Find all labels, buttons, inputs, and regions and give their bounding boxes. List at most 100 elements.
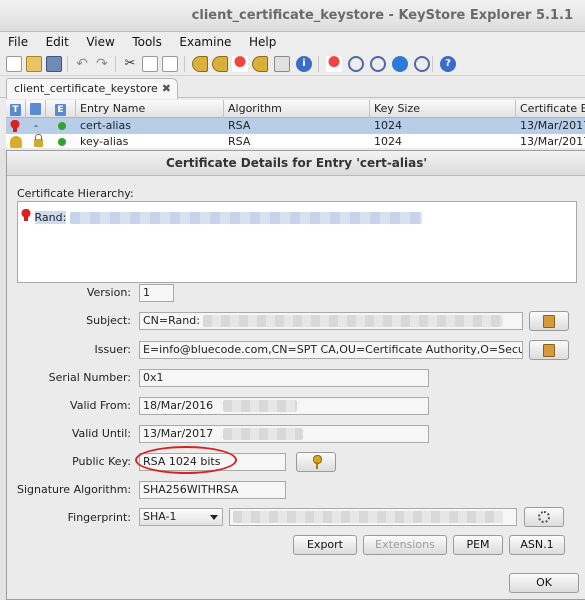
new-icon[interactable] [6, 56, 22, 72]
table-header: T E Entry Name Algorithm Key Size Certif… [6, 100, 585, 118]
import-keypair-icon[interactable] [252, 56, 268, 72]
keystore-tabs: client_certificate_keystore ✖ [0, 76, 585, 99]
signature-algorithm-label: Signature Algorithm: [17, 483, 132, 496]
algorithm: RSA [228, 119, 251, 132]
generate-keypair-icon[interactable] [192, 56, 208, 72]
menu-help[interactable]: Help [249, 32, 276, 52]
close-icon[interactable]: ✖ [162, 82, 171, 95]
properties-icon[interactable]: i [296, 56, 312, 72]
copy-fingerprint-button[interactable] [524, 507, 564, 527]
dialog-title: Certificate Details for Entry 'cert-alia… [7, 151, 585, 176]
hierarchy-item-label: Rand: [34, 211, 67, 224]
valid-until-value: 13/Mar/2017 [143, 427, 214, 440]
valid-until-label: Valid Until: [71, 427, 131, 440]
menu-edit[interactable]: Edit [46, 32, 69, 52]
issuer-field[interactable]: E=info@bluecode.com,CN=SPT CA,OU=Certifi… [139, 341, 523, 359]
paste-icon[interactable] [162, 56, 178, 72]
subject-label: Subject: [86, 314, 131, 327]
undo-icon[interactable]: ↶ [74, 56, 90, 72]
menu-file[interactable]: File [8, 32, 28, 52]
version-label: Version: [86, 286, 131, 299]
details-icon [543, 315, 555, 328]
valid-from-label: Valid From: [70, 399, 131, 412]
menu-view[interactable]: View [86, 32, 114, 52]
examine-ssl-icon[interactable] [370, 56, 386, 72]
set-password-icon[interactable] [274, 56, 290, 72]
lock-status: - [34, 119, 38, 132]
table-row[interactable]: key-alias RSA 1024 13/Mar/2017 [6, 134, 585, 150]
serial-number-label: Serial Number: [48, 371, 131, 384]
fingerprint-field[interactable] [229, 508, 517, 526]
cut-icon[interactable]: ✂ [122, 56, 138, 72]
lock-icon [30, 103, 41, 115]
fingerprint-icon [538, 511, 550, 523]
fingerprint-algorithm-select[interactable]: SHA-1 [139, 508, 223, 526]
redacted-text [69, 212, 422, 224]
table-row[interactable]: - cert-alias RSA 1024 13/Mar/2017 [6, 118, 585, 134]
details-icon [543, 344, 555, 357]
toolbar-separator [115, 56, 116, 72]
window-title: client_certificate_keystore - KeyStore E… [191, 8, 573, 23]
menu-examine[interactable]: Examine [179, 32, 231, 52]
column-header-type[interactable]: T [6, 100, 26, 118]
examine-file-icon[interactable] [326, 56, 342, 72]
tab-client-certificate-keystore[interactable]: client_certificate_keystore ✖ [6, 78, 179, 99]
tab-label: client_certificate_keystore [14, 82, 158, 95]
valid-from-field[interactable]: 18/Mar/2016 [139, 397, 429, 415]
copy-icon[interactable] [142, 56, 158, 72]
key-icon [311, 455, 322, 469]
redacted-text [222, 400, 297, 412]
view-subject-button[interactable] [529, 311, 569, 331]
entry-name: key-alias [80, 135, 129, 148]
column-header-certificate-expiry[interactable]: Certificate Ex [516, 100, 585, 118]
valid-until-field[interactable]: 13/Mar/2017 [139, 425, 429, 443]
examine-clipboard-icon[interactable] [348, 56, 364, 72]
algorithm: RSA [228, 135, 251, 148]
window-titlebar: client_certificate_keystore - KeyStore E… [0, 0, 585, 32]
public-key-label: Public Key: [72, 455, 131, 468]
view-issuer-button[interactable] [529, 340, 569, 360]
examine-csr-icon[interactable] [392, 56, 408, 72]
redacted-text [222, 428, 303, 440]
certificate-icon [21, 209, 31, 221]
key-size: 1024 [374, 135, 402, 148]
open-icon[interactable] [26, 56, 42, 72]
toolbar-separator [67, 56, 68, 72]
column-header-key-size[interactable]: Key Size [370, 100, 516, 118]
annotation-ellipse [135, 446, 237, 474]
toolbar-separator [318, 56, 319, 72]
certificate-expiry: 13/Mar/2017 [520, 135, 585, 148]
help-icon[interactable]: ? [440, 56, 456, 72]
redacted-text [203, 315, 504, 327]
toolbar: ↶ ↷ ✂ i ? [0, 52, 585, 76]
asn1-button[interactable]: ASN.1 [509, 535, 565, 555]
import-trusted-cert-icon[interactable] [232, 56, 248, 72]
column-header-expiry[interactable]: E [46, 100, 76, 118]
generate-secret-key-icon[interactable] [212, 56, 228, 72]
subject-value: CN=Rand: [143, 314, 200, 327]
serial-number-field[interactable]: 0x1 [139, 369, 429, 387]
pem-button[interactable]: PEM [453, 535, 503, 555]
column-header-algorithm[interactable]: Algorithm [224, 100, 370, 118]
column-header-lock[interactable] [26, 100, 46, 118]
ok-button[interactable]: OK [509, 573, 579, 593]
examine-crl-icon[interactable] [414, 56, 430, 72]
redo-icon[interactable]: ↷ [94, 56, 110, 72]
certificate-hierarchy-tree[interactable]: Rand: [17, 201, 577, 283]
issuer-label: Issuer: [94, 343, 131, 356]
menu-tools[interactable]: Tools [132, 32, 162, 52]
signature-algorithm-field[interactable]: SHA256WITHRSA [139, 481, 286, 499]
version-field[interactable]: 1 [139, 284, 174, 302]
view-public-key-button[interactable] [296, 452, 336, 472]
subject-field[interactable]: CN=Rand: [139, 312, 523, 330]
column-header-entry-name[interactable]: Entry Name [76, 100, 224, 118]
hierarchy-item[interactable]: Rand: [21, 207, 422, 224]
trusted-certificate-icon [10, 120, 20, 132]
extensions-button[interactable]: Extensions [363, 535, 447, 555]
export-button[interactable]: Export [293, 535, 357, 555]
key-size: 1024 [374, 119, 402, 132]
valid-from-value: 18/Mar/2016 [143, 399, 214, 412]
save-icon[interactable] [46, 56, 62, 72]
certificate-expiry: 13/Mar/2017 [520, 119, 585, 132]
key-pair-icon [10, 136, 22, 148]
